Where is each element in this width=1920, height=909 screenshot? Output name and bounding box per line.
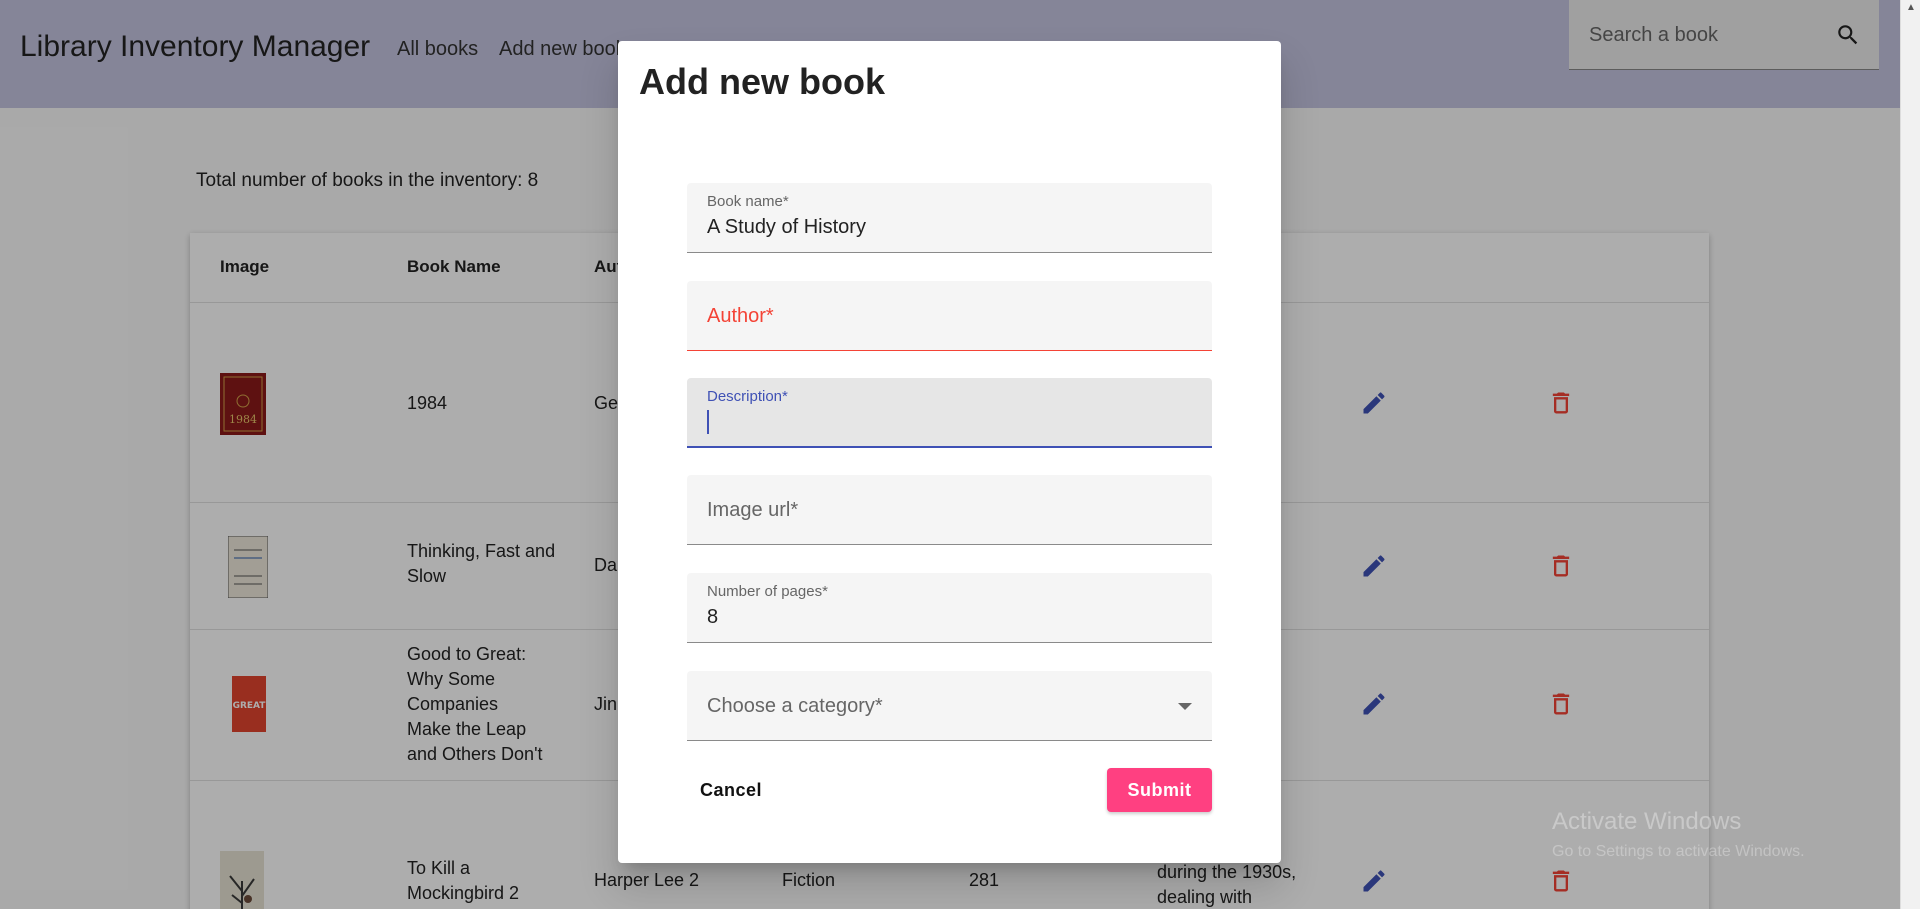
pages-input[interactable]: 8 — [707, 606, 718, 629]
image-url-input[interactable]: Image url* — [707, 499, 798, 522]
text-cursor — [707, 410, 709, 434]
submit-button[interactable]: Submit — [1107, 768, 1212, 812]
description-field[interactable]: Description* — [687, 378, 1212, 448]
category-select[interactable]: Choose a category* — [687, 671, 1212, 741]
chevron-down-icon[interactable] — [1178, 703, 1192, 710]
category-placeholder: Choose a category* — [707, 695, 883, 717]
book-name-field[interactable]: Book name* A Study of History — [687, 183, 1212, 253]
book-name-input[interactable]: A Study of History — [707, 216, 866, 239]
dialog-title: Add new book — [639, 61, 885, 102]
scroll-up-icon[interactable]: ▲ — [1906, 2, 1916, 13]
add-book-dialog: Add new book Book name* A Study of Histo… — [618, 41, 1281, 863]
description-label: Description* — [707, 388, 788, 405]
scrollbar[interactable]: ▲ — [1900, 0, 1920, 909]
author-input[interactable]: Author* — [707, 305, 774, 328]
book-name-label: Book name* — [707, 193, 789, 210]
cancel-button[interactable]: Cancel — [687, 768, 775, 812]
image-url-field[interactable]: Image url* — [687, 475, 1212, 545]
author-field[interactable]: Author* — [687, 281, 1212, 351]
windows-watermark: Activate Windows — [1552, 808, 1742, 835]
pages-field[interactable]: Number of pages* 8 — [687, 573, 1212, 643]
windows-watermark-subtitle: Go to Settings to activate Windows. — [1552, 843, 1805, 860]
pages-label: Number of pages* — [707, 583, 828, 600]
